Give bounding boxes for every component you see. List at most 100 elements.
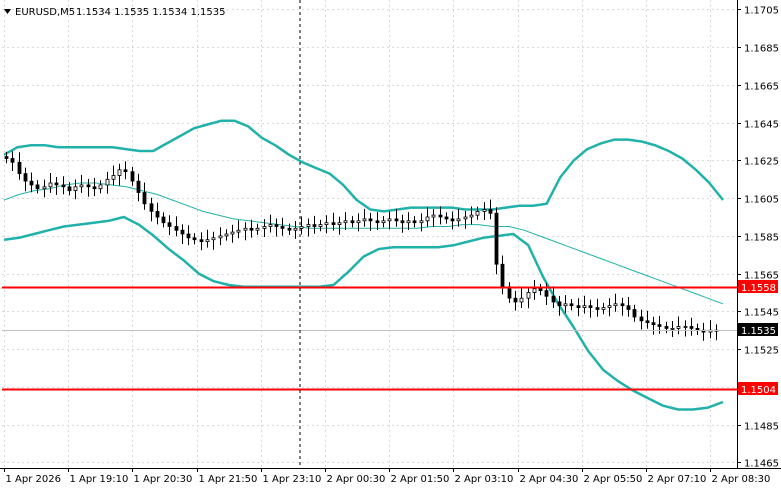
candle-body <box>105 178 110 186</box>
chart-window[interactable]: 1.1705 1.1685 1.1665 1.1645 1.1625 1.1605 1.15… <box>0 0 781 489</box>
candle-body <box>588 305 593 309</box>
candle-body <box>419 220 424 224</box>
candle-body <box>538 288 543 292</box>
candles <box>4 151 719 341</box>
candle-body <box>180 229 185 235</box>
candle-body <box>324 222 329 225</box>
price-chart[interactable]: 1.1705 1.1685 1.1665 1.1645 1.1625 1.1605 1.15… <box>0 0 781 489</box>
candle-body <box>557 301 562 307</box>
candle-body <box>469 214 474 218</box>
candle-body <box>280 226 285 229</box>
candle-body <box>192 237 197 241</box>
y-tick-label: 1.1565 <box>744 271 779 282</box>
candle-body <box>343 220 348 224</box>
candle-body <box>155 210 160 218</box>
candle-body <box>199 239 204 242</box>
candle-body <box>519 297 524 303</box>
candle-body <box>657 324 662 327</box>
x-tick-label: 2 Apr 05:50 <box>584 474 643 485</box>
bollinger-middle-band <box>3 182 724 305</box>
candle-body <box>645 320 650 324</box>
candle-body <box>142 192 147 205</box>
candle-body <box>337 222 342 225</box>
candle-body <box>381 220 386 224</box>
candle-body <box>425 216 430 222</box>
candle-body <box>249 227 254 231</box>
candle-body <box>620 303 625 307</box>
candle-body <box>632 309 637 318</box>
candle-body <box>394 218 399 222</box>
candle-body <box>117 169 122 176</box>
candle-body <box>205 239 210 242</box>
candle-body <box>463 216 468 220</box>
candle-body <box>544 290 549 297</box>
candle-body <box>293 227 298 231</box>
symbol-dropdown-icon[interactable] <box>4 9 11 14</box>
candle-body <box>54 182 59 186</box>
candle-body <box>582 305 587 309</box>
candle-body <box>167 222 172 227</box>
candle-body <box>98 184 103 190</box>
y-tick-label: 1.1465 <box>744 459 779 470</box>
candle-body <box>4 156 9 159</box>
y-tick-label: 1.1525 <box>744 346 779 357</box>
y-tick-label: 1.1585 <box>744 233 779 244</box>
candle-body <box>400 220 405 224</box>
candle-body <box>475 210 480 216</box>
candle-body <box>92 186 97 190</box>
x-tick-label: 2 Apr 01:50 <box>391 474 450 485</box>
candle-body <box>607 305 612 309</box>
candle-body <box>218 235 223 239</box>
level-price-label: 1.1558 <box>741 283 776 294</box>
candle-body <box>689 326 694 329</box>
candle-body <box>274 224 279 227</box>
candle-body <box>67 186 72 192</box>
price-axis[interactable]: 1.1705 1.1685 1.1665 1.1645 1.1625 1.1605 1.15… <box>737 6 779 470</box>
y-tick-label: 1.1545 <box>744 308 779 319</box>
candle-body <box>676 326 681 329</box>
candle-body <box>312 224 317 227</box>
time-axis[interactable]: 1 Apr 2026 1 Apr 19:10 1 Apr 20:30 1 Apr 21… <box>4 468 771 485</box>
x-tick-label: 2 Apr 08:30 <box>712 474 771 485</box>
candle-body <box>73 186 78 192</box>
x-tick-label: 1 Apr 23:10 <box>263 474 322 485</box>
candle-body <box>500 263 505 288</box>
axes <box>0 0 781 469</box>
y-tick-label: 1.1605 <box>744 195 779 206</box>
candle-body <box>595 307 600 310</box>
symbol-label: EURUSD,M5 <box>15 7 75 18</box>
y-tick-label: 1.1705 <box>744 6 779 17</box>
horizontal-levels[interactable] <box>2 286 737 391</box>
candle-body <box>450 218 455 222</box>
candle-body <box>262 226 267 229</box>
candle-body <box>331 222 336 225</box>
candle-body <box>130 171 135 182</box>
candle-body <box>224 233 229 237</box>
candle-body <box>639 316 644 322</box>
candle-body <box>488 209 493 214</box>
x-tick-label: 1 Apr 20:30 <box>134 474 193 485</box>
candle-body <box>613 303 618 307</box>
candle-body <box>406 220 411 224</box>
candle-body <box>551 295 556 303</box>
candle-body <box>438 214 443 218</box>
candle-body <box>306 224 311 227</box>
bollinger-bands <box>3 119 724 411</box>
x-tick-label: 1 Apr 21:50 <box>199 474 258 485</box>
candle-body <box>576 305 581 309</box>
candle-body <box>651 322 656 326</box>
candle-body <box>186 233 191 239</box>
candle-body <box>236 229 241 233</box>
x-tick-label: 1 Apr 19:10 <box>70 474 129 485</box>
candle-body <box>375 220 380 224</box>
candle-body <box>255 227 260 231</box>
candle-body <box>683 326 688 328</box>
candle-body <box>444 216 449 220</box>
bollinger-upper-band <box>3 119 724 213</box>
candle-body <box>626 305 631 310</box>
x-tick-label: 2 Apr 03:10 <box>455 474 514 485</box>
candle-body <box>318 224 323 227</box>
level-price-label: 1.1504 <box>741 385 776 396</box>
candle-body <box>86 184 91 188</box>
candle-body <box>532 288 537 293</box>
